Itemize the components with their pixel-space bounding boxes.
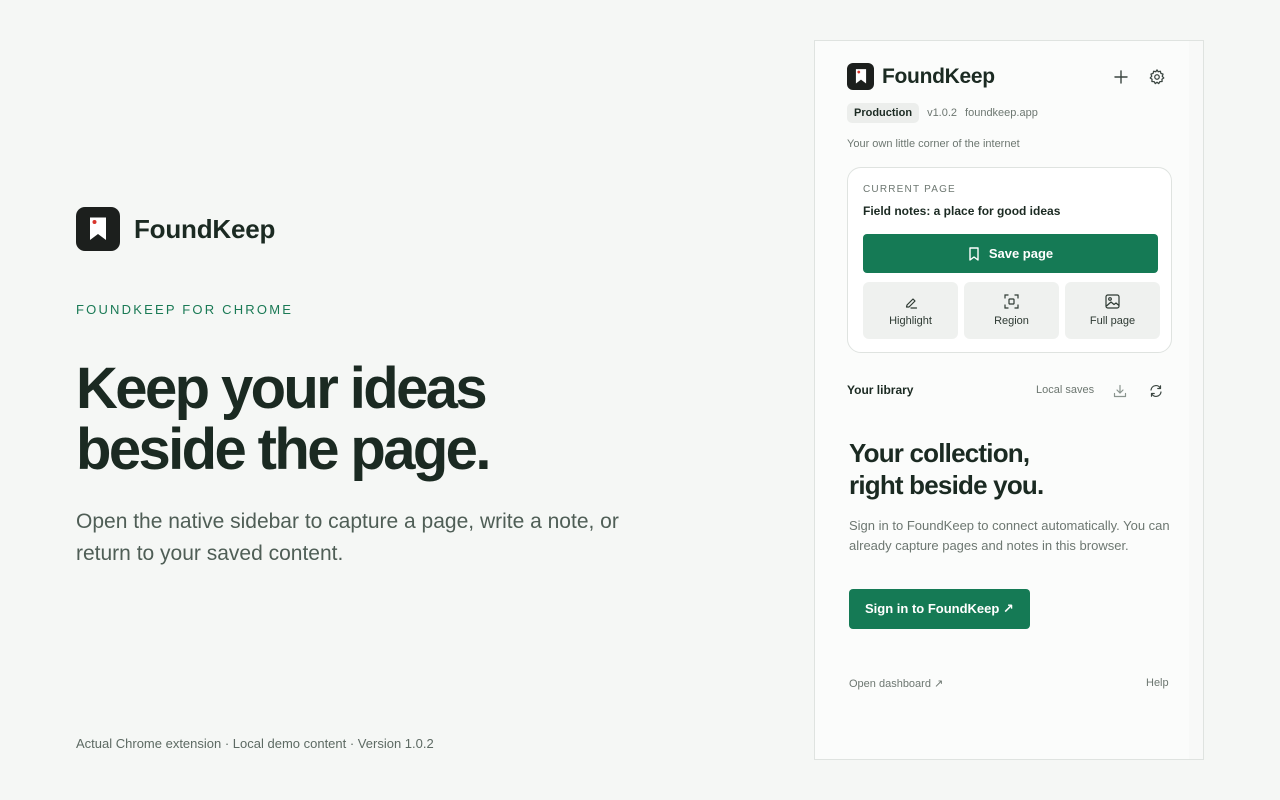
current-page-label: CURRENT PAGE (863, 184, 956, 195)
sidebar-tagline: Your own little corner of the internet (847, 138, 1020, 150)
current-page-title: Field notes: a place for good ideas (863, 204, 1061, 218)
empty-state-title-line-1: Your collection, (849, 438, 1030, 468)
sync-refresh-icon[interactable] (1146, 381, 1166, 401)
sidebar-meta: Production v1.0.2 foundkeep.app (847, 103, 1038, 123)
empty-state-title: Your collection, right beside you. (849, 437, 1169, 501)
hero-brand: FoundKeep (76, 207, 275, 251)
hero-lead: Open the native sidebar to capture a pag… (76, 510, 619, 565)
extension-sidebar: FoundKeep Production v1.0.2 foundkeep.ap… (814, 40, 1204, 760)
sidebar-logo-icon (847, 63, 874, 90)
bookmark-icon (969, 246, 979, 261)
environment-badge: Production (847, 103, 920, 123)
foundkeep-logo-icon (76, 207, 120, 251)
highlight-tool-button[interactable]: Highlight (863, 282, 958, 339)
empty-state-title-line-2: right beside you. (849, 470, 1044, 500)
settings-gear-icon[interactable] (1147, 67, 1167, 87)
hero-headline-line-1: Keep your ideas (76, 356, 488, 421)
library-header: Your library Local saves (847, 381, 1172, 401)
help-link[interactable]: Help (1146, 677, 1169, 689)
library-title: Your library (847, 383, 914, 397)
domain-label: foundkeep.app (965, 107, 1038, 119)
hero-headline-line-2: beside the page. (76, 417, 491, 482)
library-status: Local saves (1036, 384, 1095, 396)
image-icon (1105, 294, 1120, 309)
save-page-button[interactable]: Save page (863, 234, 1158, 273)
sidebar-title: FoundKeep (882, 64, 995, 88)
current-page-card: CURRENT PAGE Field notes: a place for go… (847, 167, 1172, 353)
region-tool-button[interactable]: Region (964, 282, 1059, 339)
region-tool-label: Region (994, 315, 1029, 327)
sidebar-header: FoundKeep (847, 63, 995, 90)
hero-brand-name: FoundKeep (134, 213, 276, 244)
open-dashboard-link[interactable]: Open dashboard ↗ (849, 677, 943, 690)
hero-footnote: Actual Chrome extension · Local demo con… (76, 736, 434, 751)
region-icon (1004, 294, 1019, 309)
capture-tools: Highlight Region Full page (863, 282, 1160, 339)
save-page-label: Save page (988, 246, 1054, 261)
highlight-tool-label: Highlight (889, 314, 932, 327)
full-page-tool-button[interactable]: Full page (1065, 282, 1160, 339)
empty-state-body: Sign in to FoundKeep to connect automati… (849, 518, 1170, 553)
version-label: v1.0.2 (927, 107, 958, 119)
highlight-icon (905, 297, 917, 309)
sidebar-header-actions (1111, 67, 1167, 87)
full-page-tool-label: Full page (1089, 315, 1136, 327)
hero-headline: Keep your ideas beside the page. (76, 358, 696, 480)
download-icon[interactable] (1110, 381, 1130, 401)
sidebar-content: FoundKeep Production v1.0.2 foundkeep.ap… (815, 41, 1189, 759)
add-icon[interactable] (1111, 67, 1131, 87)
sign-in-button[interactable]: Sign in to FoundKeep ↗ (849, 589, 1030, 629)
hero-eyebrow: FOUNDKEEP FOR CHROME (76, 302, 294, 317)
